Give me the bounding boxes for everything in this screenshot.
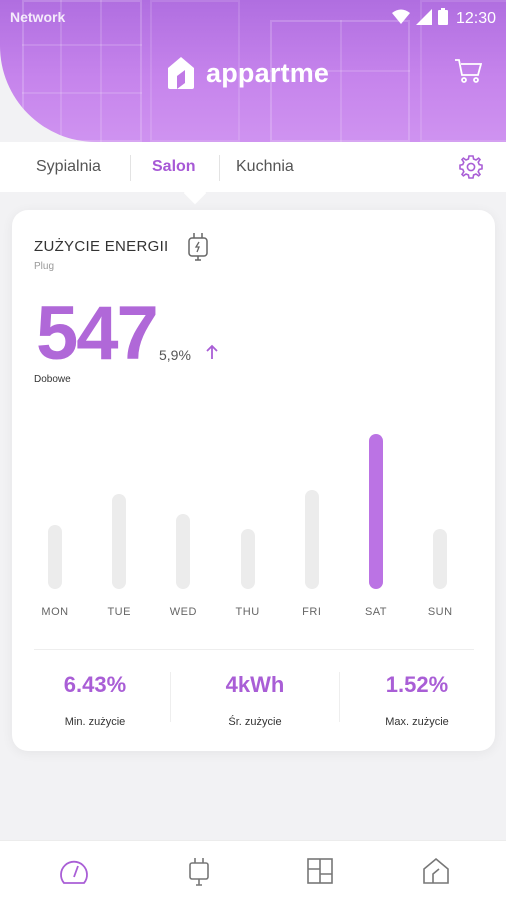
room-tabs: Sypialnia Salon Kuchnia (0, 142, 506, 192)
chart-bar-wed[interactable] (176, 513, 191, 589)
card-subtitle: Plug (34, 261, 55, 272)
stat-avg-value: 4kWh (225, 672, 285, 697)
card-title: ZUŻYCIE ENERGII (34, 238, 169, 255)
chart-bar-sun[interactable] (433, 528, 448, 589)
nav-home[interactable] (422, 857, 452, 887)
app-logo: appartme (166, 56, 329, 90)
stat-divider (339, 672, 340, 722)
network-label: Network (10, 9, 66, 25)
tab-sypialnia[interactable]: Sypialnia (36, 158, 101, 176)
status-bar: Network 12:30 (0, 0, 506, 34)
chart-day-label: TUE (107, 606, 131, 618)
house-logo-icon (168, 57, 194, 89)
arrow-up-icon (206, 344, 218, 359)
building-decoration (22, 44, 142, 46)
change-percent: 5,9% (159, 347, 191, 363)
chart-bar-thu[interactable] (240, 528, 255, 589)
stat-min: 6.43% Min. zużycie (20, 672, 170, 728)
cart-button[interactable] (454, 58, 483, 89)
chart-day-label: FRI (302, 606, 322, 618)
building-decoration (22, 92, 142, 94)
chart-day-label: SUN (427, 606, 453, 618)
building-decoration (340, 20, 342, 142)
signal-icon (416, 8, 432, 25)
home-icon (423, 857, 449, 884)
settings-button[interactable] (458, 154, 484, 185)
tab-kuchnia[interactable]: Kuchnia (236, 158, 294, 176)
tab-divider (130, 155, 131, 181)
status-icons (392, 8, 448, 25)
value-label: Dobowe (34, 374, 71, 385)
divider (34, 649, 474, 650)
nav-devices[interactable] (186, 857, 216, 887)
gear-icon (459, 155, 483, 179)
wifi-icon (392, 9, 410, 24)
stat-max: 1.52% Max. zużycie (342, 672, 492, 728)
energy-value: 547 (36, 291, 159, 376)
clock: 12:30 (455, 10, 496, 27)
stat-avg: 4kWh Śr. zużycie (180, 672, 330, 728)
nav-dashboard[interactable] (58, 857, 88, 887)
cart-icon (455, 59, 483, 83)
stat-min-label: Min. zużycie (64, 716, 126, 728)
plug-icon (188, 233, 208, 261)
chart-bar-mon[interactable] (48, 524, 62, 589)
tab-salon[interactable]: Salon (152, 158, 196, 176)
chart-bar-tue[interactable] (112, 494, 127, 589)
chart-bar-sat[interactable] (369, 434, 383, 589)
gauge-icon (60, 860, 88, 884)
plug-icon (189, 858, 209, 886)
stat-avg-label: Śr. zużycie (228, 716, 282, 728)
app-name: appartme (206, 57, 330, 88)
energy-card: ZUŻYCIE ENERGII Plug 547 5,9% Dobowe MON… (12, 210, 495, 751)
chart-day-label: MON (41, 606, 69, 618)
chart-day-label: WED (169, 606, 197, 618)
stat-max-value: 1.52% (385, 672, 449, 697)
bottom-nav (0, 840, 506, 900)
header: Network 12:30 appartme (0, 0, 506, 142)
chart-bar-fri[interactable] (304, 490, 319, 589)
weekly-chart: MON TUE WED THU FRI SAT SUN (12, 410, 495, 630)
stat-min-value: 6.43% (63, 672, 127, 697)
rooms-icon (307, 858, 333, 884)
chart-day-label: THU (235, 606, 260, 618)
stat-divider (170, 672, 171, 722)
chart-day-label: SAT (364, 606, 388, 618)
battery-icon (438, 8, 448, 25)
stat-max-label: Max. zużycie (385, 716, 449, 728)
tab-divider (219, 155, 220, 181)
nav-rooms[interactable] (306, 857, 336, 887)
